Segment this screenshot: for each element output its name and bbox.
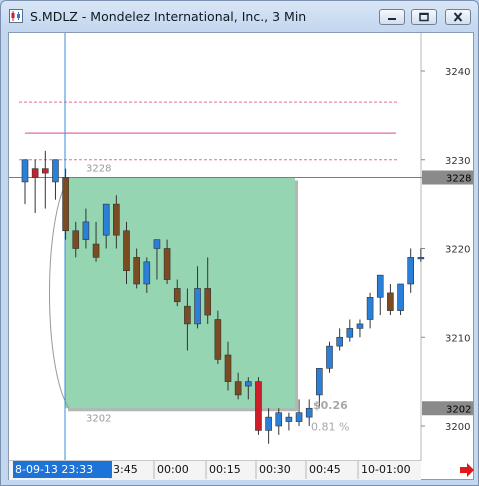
candle-body xyxy=(356,323,364,329)
minimize-button[interactable] xyxy=(379,9,405,25)
range-change-label: $0.26 xyxy=(313,399,348,412)
current-price-tag: 3228 xyxy=(446,174,471,185)
price-tick-label: 3200 xyxy=(445,422,470,433)
candle-body xyxy=(133,257,140,285)
price-tick-label: 3220 xyxy=(445,245,470,256)
candle-body xyxy=(224,354,232,382)
candle-body xyxy=(102,203,110,236)
price-tick-label: 3230 xyxy=(445,156,470,167)
window-title: S.MDLZ - Mondelez International, Inc., 3… xyxy=(30,9,307,24)
candle-body xyxy=(255,381,262,431)
candle-body xyxy=(21,159,29,183)
restore-icon xyxy=(419,12,429,22)
candle-body xyxy=(407,257,415,285)
candle-body xyxy=(285,416,293,422)
chart-app-icon xyxy=(9,9,23,23)
restore-button[interactable] xyxy=(411,9,437,25)
candle-body xyxy=(366,297,374,320)
candle-body xyxy=(123,230,130,271)
candlestick-chart[interactable]: 3240 3230 3220 3210 3200 3228 3202 $0.26 0.81 % 3… xyxy=(9,33,473,461)
candle-body xyxy=(417,257,425,260)
candle-body xyxy=(62,177,69,232)
candle-body xyxy=(113,203,120,236)
candle-body xyxy=(295,412,303,422)
candle-body xyxy=(163,248,171,280)
chart-window: S.MDLZ - Mondelez International, Inc., 3… xyxy=(0,0,479,486)
candle-body xyxy=(92,243,100,258)
candle-body xyxy=(52,159,59,183)
candle-body xyxy=(376,274,384,298)
candle-body xyxy=(336,336,343,347)
candle-body xyxy=(387,292,394,311)
candle-body xyxy=(72,230,80,249)
candle-body xyxy=(346,328,354,338)
range-percent-label: 0.81 % xyxy=(311,420,349,433)
candle-body xyxy=(275,412,283,427)
candle-body xyxy=(316,368,323,396)
candle-body xyxy=(245,381,252,387)
scroll-right-arrow-icon[interactable] xyxy=(459,463,475,477)
candle-body xyxy=(204,288,211,316)
candle-body xyxy=(184,305,191,325)
candle-body xyxy=(305,407,313,418)
close-icon xyxy=(453,12,463,22)
candle-body xyxy=(214,319,222,360)
minimize-icon xyxy=(388,18,396,20)
candle-body xyxy=(31,168,39,178)
candle-body xyxy=(265,416,272,431)
candle-body xyxy=(173,288,181,303)
close-button[interactable] xyxy=(445,9,471,25)
price-tick-label: 3210 xyxy=(445,333,470,344)
candle-body xyxy=(234,381,242,396)
candle-body xyxy=(397,283,404,311)
candle-body xyxy=(41,168,49,174)
range-top-label: 3228 xyxy=(86,164,111,175)
candle-body xyxy=(153,239,161,249)
candle-body xyxy=(82,221,90,240)
time-axis xyxy=(9,460,421,480)
candle-body xyxy=(326,345,333,369)
price-tick-label: 3240 xyxy=(445,67,470,78)
range-bottom-label: 3202 xyxy=(86,413,111,424)
low-price-tag: 3202 xyxy=(446,404,471,415)
title-bar[interactable]: S.MDLZ - Mondelez International, Inc., 3… xyxy=(1,1,478,31)
candle-body xyxy=(143,261,151,285)
candle-body xyxy=(194,288,201,325)
chart-area[interactable]: 3240 3230 3220 3210 3200 3228 3202 $0.26 0.81 % 3… xyxy=(8,32,474,480)
